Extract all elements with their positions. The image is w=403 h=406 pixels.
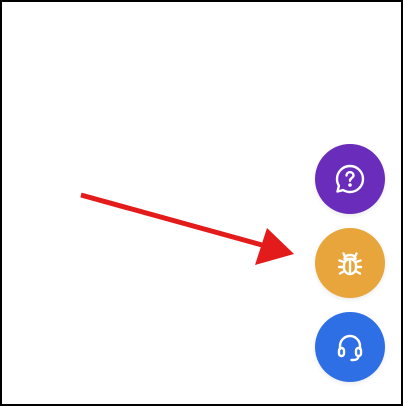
headset-icon [332, 329, 368, 365]
question-chat-icon [332, 161, 368, 197]
help-button[interactable] [315, 144, 385, 214]
support-button[interactable] [315, 312, 385, 382]
bug-icon [332, 245, 368, 281]
bug-report-button[interactable] [315, 228, 385, 298]
